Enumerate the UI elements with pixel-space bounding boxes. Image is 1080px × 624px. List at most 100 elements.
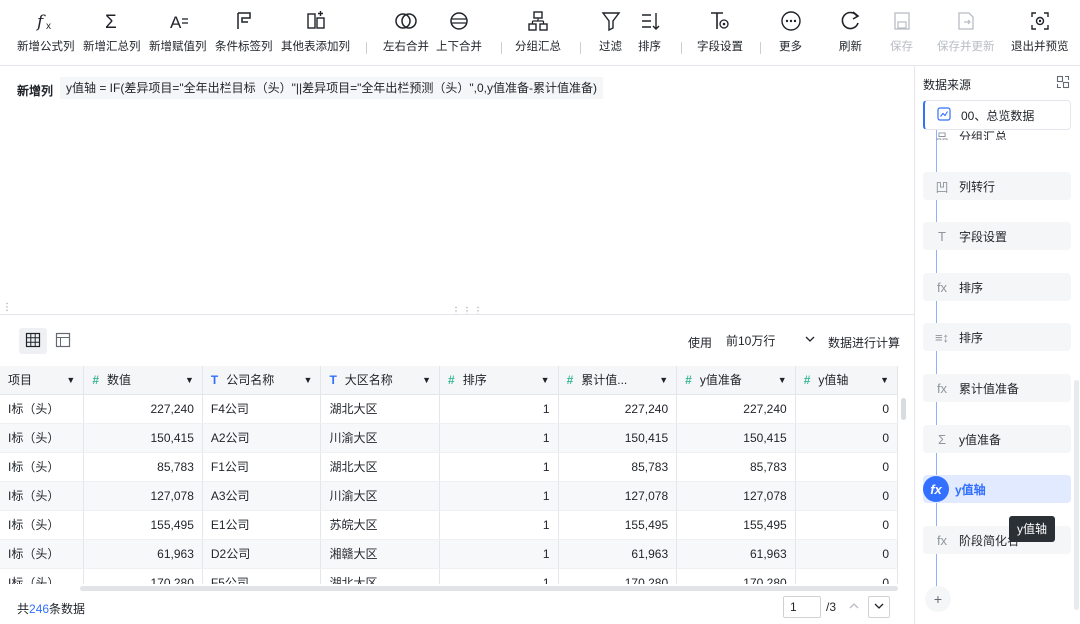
side-resize-handle[interactable]: ⋮ [2,302,12,313]
horizontal-scrollbar[interactable] [80,586,898,591]
flow-node[interactable]: ≡↕ 排序 [923,323,1071,351]
table-cell[interactable]: 61,963 [83,539,203,569]
table-cell[interactable]: 227,240 [83,394,203,424]
dropdown-arrow-icon[interactable]: ▼ [422,375,431,385]
table-cell[interactable]: 170,280 [676,568,796,584]
flow-node[interactable]: Σy值准备 [923,425,1071,453]
table-cell[interactable]: I标（头） [0,452,85,482]
prev-page-button[interactable] [843,596,865,618]
column-header[interactable]: 项目 ▼ [0,366,85,395]
table-cell[interactable]: 0 [795,452,899,482]
table-cell[interactable]: I标（头） [0,539,85,569]
table-cell[interactable]: 127,078 [83,481,203,511]
group-summary-button[interactable]: 分组汇总 [515,8,561,54]
table-cell[interactable]: 1 [439,481,559,511]
more-button[interactable]: 更多 [779,8,802,54]
table-cell[interactable]: 湖北大区 [320,452,440,482]
table-cell[interactable]: 61,963 [676,539,796,569]
table-cell[interactable]: 苏皖大区 [320,510,440,540]
table-cell[interactable]: 227,240 [676,394,796,424]
table-cell[interactable]: I标（头） [0,423,85,453]
sample-rows-select[interactable]: 前10万行 [722,328,820,352]
table-cell[interactable]: 127,078 [676,481,796,511]
table-cell[interactable]: 155,495 [83,510,203,540]
column-header[interactable]: T 公司名称 ▼ [202,366,322,395]
save-and-update-button[interactable]: 保存并更新 [937,8,995,54]
dropdown-arrow-icon[interactable]: ▼ [185,375,194,385]
table-cell[interactable]: 0 [795,510,899,540]
dropdown-arrow-icon[interactable]: ▼ [880,375,889,385]
table-cell[interactable]: 227,240 [558,394,678,424]
table-row[interactable]: I标（头） 227,240 F4公司 湖北大区 1 227,240 227,240 0 [0,394,899,424]
column-header[interactable]: # y值轴 ▼ [795,366,899,395]
column-header[interactable]: # 排序 ▼ [439,366,559,395]
table-cell[interactable]: 湘赣大区 [320,539,440,569]
table-cell[interactable]: A2公司 [202,423,322,453]
flow-node[interactable]: fx 累计值准备 [923,374,1071,402]
table-cell[interactable]: 1 [439,394,559,424]
table-cell[interactable]: 85,783 [676,452,796,482]
table-cell[interactable]: F4公司 [202,394,322,424]
table-cell[interactable]: 85,783 [558,452,678,482]
table-cell[interactable]: 61,963 [558,539,678,569]
table-row[interactable]: I标（头） 155,495 E1公司 苏皖大区 1 155,495 155,495 0 [0,510,899,540]
add-step-button[interactable]: + [925,586,951,612]
table-cell[interactable]: F1公司 [202,452,322,482]
table-cell[interactable]: I标（头） [0,510,85,540]
table-cell[interactable]: 1 [439,539,559,569]
save-button[interactable]: 保存 [890,8,913,54]
table-cell[interactable]: 0 [795,423,899,453]
panel-scrollbar[interactable] [1074,380,1079,610]
table-cell[interactable]: E1公司 [202,510,322,540]
dropdown-arrow-icon[interactable]: ▼ [66,375,75,385]
table-cell[interactable]: I标（头） [0,394,85,424]
dropdown-arrow-icon[interactable]: ▼ [541,375,550,385]
table-cell[interactable]: 1 [439,510,559,540]
table-cell[interactable]: 170,280 [558,568,678,584]
next-page-button[interactable] [868,596,890,618]
column-header[interactable]: # 累计值... ▼ [558,366,678,395]
add-formula-column-button[interactable]: fx 新增公式列 [17,8,75,54]
formula-editor[interactable]: 新增列 y值轴 = IF(差异项目="全年出栏目标（头）"||差异项目="全年出… [0,66,914,314]
filter-button[interactable]: 过滤 [599,8,622,54]
table-cell[interactable]: 150,415 [83,423,203,453]
table-cell[interactable]: 170,280 [83,568,203,584]
table-cell[interactable]: 150,415 [558,423,678,453]
add-summary-column-button[interactable]: Σ 新增汇总列 [83,8,141,54]
table-cell[interactable]: 1 [439,568,559,584]
field-settings-button[interactable]: 字段设置 [697,8,743,54]
table-cell[interactable]: I标（头） [0,568,85,584]
table-cell[interactable]: A3公司 [202,481,322,511]
table-cell[interactable]: I标（头） [0,481,85,511]
table-cell[interactable]: D2公司 [202,539,322,569]
condition-tag-column-button[interactable]: 条件标签列 [215,8,273,54]
resize-handle[interactable]: ⋮⋮⋮ [451,306,484,317]
dropdown-arrow-icon[interactable]: ▼ [304,375,313,385]
table-row[interactable]: I标（头） 127,078 A3公司 川渝大区 1 127,078 127,078 0 [0,481,899,511]
table-cell[interactable]: 川渝大区 [320,423,440,453]
table-cell[interactable]: 150,415 [676,423,796,453]
table-cell[interactable]: 155,495 [676,510,796,540]
table-cell[interactable]: 155,495 [558,510,678,540]
table-cell[interactable]: 0 [795,394,899,424]
merge-left-right-button[interactable]: 左右合并 [383,8,429,54]
exit-and-preview-button[interactable]: 退出并预览 [1011,8,1069,54]
merge-up-down-button[interactable]: 上下合并 [436,8,482,54]
sort-button[interactable]: 排序 [638,8,661,54]
table-cell[interactable]: 127,078 [558,481,678,511]
table-cell[interactable]: 85,783 [83,452,203,482]
expand-icon[interactable] [1056,75,1070,92]
refresh-button[interactable]: 刷新 [839,8,862,54]
flow-node[interactable]: T 字段设置 [923,222,1071,250]
table-cell[interactable]: 湖北大区 [320,568,440,584]
add-column-from-table-button[interactable]: 其他表添加列 [281,8,350,54]
add-assign-column-button[interactable]: A 新增赋值列 [149,8,207,54]
table-cell[interactable]: 0 [795,481,899,511]
flow-node[interactable]: 凹列转行 [923,172,1071,200]
table-row[interactable]: I标（头） 85,783 F1公司 湖北大区 1 85,783 85,783 0 [0,452,899,482]
formula-expression[interactable]: y值轴 = IF(差异项目="全年出栏目标（头）"||差异项目="全年出栏预测（… [60,77,603,99]
dropdown-arrow-icon[interactable]: ▼ [659,375,668,385]
table-cell[interactable]: 0 [795,568,899,584]
column-header[interactable]: T 大区名称 ▼ [320,366,440,395]
dropdown-arrow-icon[interactable]: ▼ [778,375,787,385]
